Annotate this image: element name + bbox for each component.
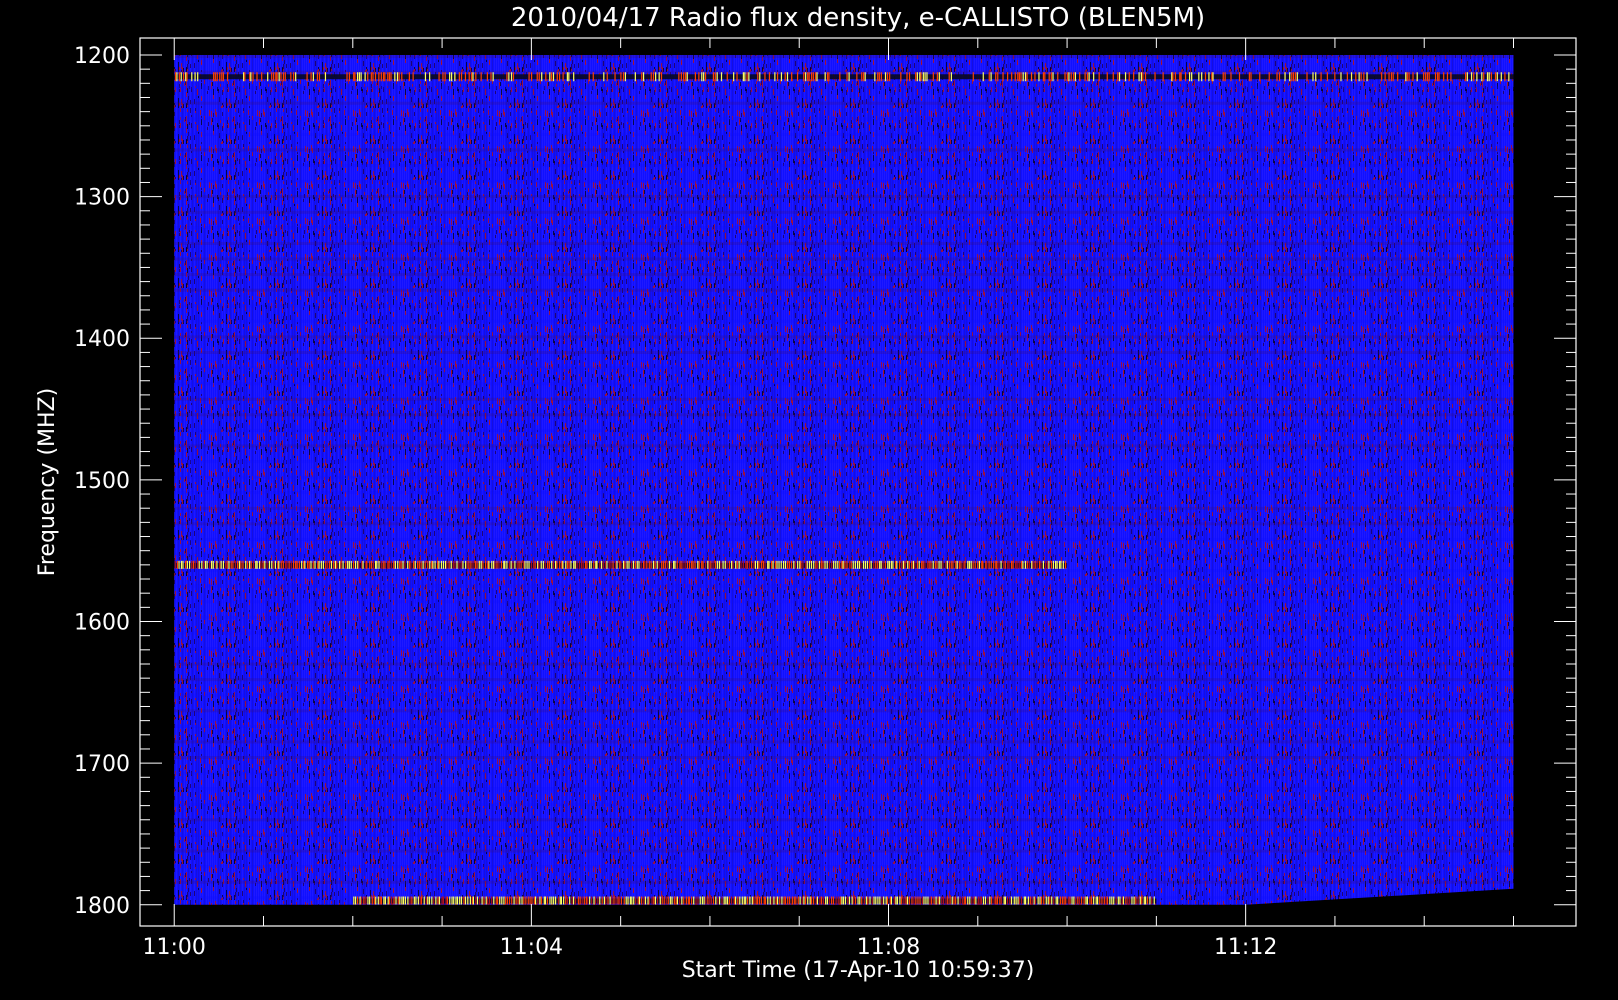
y-tick-label: 1500 [74, 469, 130, 494]
heatmap-band [174, 413, 1514, 417]
heatmap-band [174, 195, 1514, 199]
spectrogram-figure: 2010/04/17 Radio flux density, e-CALLIST… [0, 0, 1618, 1000]
y-tick-label: 1200 [74, 44, 130, 69]
heatmap-band [174, 802, 1514, 806]
y-tick-label: 1800 [74, 894, 130, 919]
heatmap-band [174, 132, 1514, 136]
heatmap-band [174, 756, 1514, 760]
heatmap-image [174, 54, 1514, 909]
heatmap-band [174, 818, 1514, 822]
heatmap-band [174, 101, 1514, 105]
heatmap-band [174, 273, 1514, 277]
heatmap-band [174, 709, 1514, 713]
heatmap-band [174, 631, 1514, 635]
heatmap-band [174, 506, 1514, 510]
y-tick-label: 1700 [74, 752, 130, 777]
heatmap-band [174, 257, 1514, 261]
heatmap-band [174, 880, 1514, 884]
heatmap-band [174, 288, 1514, 292]
chart-title: 2010/04/17 Radio flux density, e-CALLIST… [511, 3, 1205, 33]
heatmap-band [174, 304, 1514, 308]
heatmap-band [174, 849, 1514, 853]
heatmap-band [174, 335, 1514, 339]
heatmap-band [174, 584, 1514, 588]
heatmap-band [174, 350, 1514, 354]
x-tick-label: 11:12 [1214, 935, 1277, 960]
heatmap-band [174, 179, 1514, 183]
heatmap-band [174, 740, 1514, 744]
heatmap-band [174, 475, 1514, 479]
heatmap-band [174, 117, 1514, 121]
y-axis-title: Frequency (MHZ) [35, 388, 60, 576]
heatmap-band [174, 662, 1514, 666]
heatmap-band [174, 724, 1514, 728]
heatmap-band [174, 54, 1514, 58]
heatmap-band [174, 787, 1514, 791]
emission-band-1 [174, 560, 1068, 569]
heatmap-band [174, 771, 1514, 775]
heatmap-band [174, 693, 1514, 697]
heatmap-band [174, 553, 1514, 557]
heatmap-band [174, 537, 1514, 541]
heatmap-band [174, 460, 1514, 464]
x-axis-title: Start Time (17-Apr-10 10:59:37) [682, 958, 1035, 983]
x-tick-label: 11:04 [500, 935, 563, 960]
heatmap-band [174, 382, 1514, 386]
heatmap-band [174, 615, 1514, 619]
x-tick-label: 11:00 [143, 935, 206, 960]
heatmap-band [174, 833, 1514, 837]
heatmap-band [174, 865, 1514, 869]
heatmap-band [174, 86, 1514, 90]
y-tick-label: 1300 [74, 186, 130, 211]
heatmap-band [174, 646, 1514, 650]
heatmap-band [174, 569, 1514, 573]
heatmap-band [174, 148, 1514, 152]
y-tick-label: 1400 [74, 327, 130, 352]
heatmap-band [174, 397, 1514, 401]
heatmap-band [174, 491, 1514, 495]
y-tick-label: 1600 [74, 611, 130, 636]
heatmap-band [174, 600, 1514, 604]
heatmap-band [174, 164, 1514, 168]
heatmap-band [174, 522, 1514, 526]
heatmap-band [174, 678, 1514, 682]
heatmap-band [174, 226, 1514, 230]
heatmap-band [174, 210, 1514, 214]
heatmap-band [174, 366, 1514, 370]
heatmap-band [174, 428, 1514, 432]
heatmap-band [174, 241, 1514, 245]
heatmap-band [174, 444, 1514, 448]
heatmap-band [174, 319, 1514, 323]
x-tick-label: 11:08 [857, 935, 920, 960]
